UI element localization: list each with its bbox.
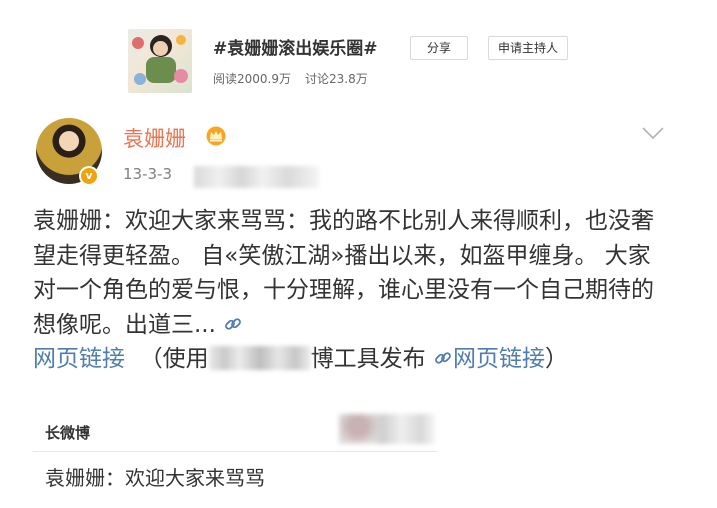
chevron-down-icon[interactable]: [641, 126, 665, 140]
crown-icon[interactable]: [205, 126, 227, 146]
redacted-watermark: [339, 414, 435, 444]
verified-icon: v: [79, 166, 99, 186]
post-main-text: 袁姗姗：欢迎大家来骂骂：我的路不比别人来得顺利，也没奢望走得更轻盈。 自«笑傲江…: [33, 208, 654, 338]
source-suffix: 博工具发布: [310, 346, 426, 372]
source-close: ）: [544, 346, 568, 372]
topic-stats: 阅读2000.9万 讨论23.8万: [213, 70, 382, 87]
divider: [33, 451, 437, 452]
long-weibo-label: 长微博: [45, 424, 91, 442]
link-icon[interactable]: [223, 314, 243, 334]
topic-title[interactable]: #袁姗姗滚出娱乐圈#: [213, 34, 378, 59]
redacted-tool-name: [208, 346, 311, 370]
link-icon[interactable]: [433, 348, 453, 368]
web-link-2[interactable]: 网页链接: [453, 346, 545, 372]
long-weibo-card[interactable]: 长微博 袁姗姗：欢迎大家来骂骂: [33, 408, 437, 500]
read-count: 阅读2000.9万: [213, 72, 291, 86]
source-prefix: （使用: [139, 346, 209, 372]
share-button[interactable]: 分享: [410, 36, 468, 60]
topic-thumbnail: [128, 29, 192, 93]
discuss-count: 讨论23.8万: [305, 72, 368, 86]
username[interactable]: 袁姗姗: [123, 123, 186, 153]
long-weibo-body: 袁姗姗：欢迎大家来骂骂: [45, 466, 265, 490]
web-link-1[interactable]: 网页链接: [33, 346, 125, 372]
redacted-source: [194, 166, 319, 188]
post-text: 袁姗姗：欢迎大家来骂骂：我的路不比别人来得顺利，也没奢望走得更轻盈。 自«笑傲江…: [33, 204, 673, 377]
apply-host-button[interactable]: 申请主持人: [488, 36, 568, 60]
post-time[interactable]: 13-3-3: [123, 165, 172, 183]
